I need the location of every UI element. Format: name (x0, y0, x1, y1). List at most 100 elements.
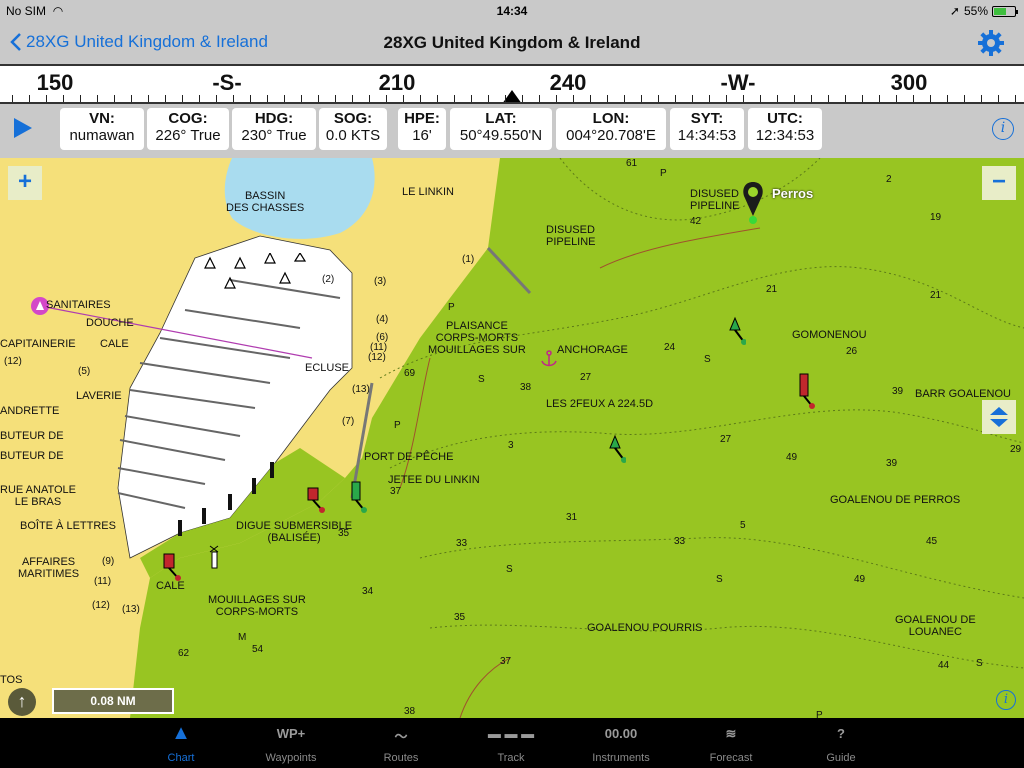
lat-label: LAT: (485, 110, 517, 127)
utc-value: 12:34:53 (755, 127, 815, 144)
compass-tick (63, 95, 64, 102)
red-beacon-icon[interactable] (160, 552, 184, 582)
compass-tick (267, 95, 268, 102)
depth-sounding: 35 (338, 528, 350, 539)
tab-instruments[interactable]: 00.00 Instruments (566, 718, 676, 768)
hdg-label: HDG: (254, 110, 294, 127)
depth-sounding: S (506, 564, 513, 575)
depth-sounding: 5 (740, 520, 746, 531)
label-disused-pipeline: DISUSED PIPELINE (546, 224, 596, 248)
red-beacon-icon[interactable] (304, 486, 328, 516)
status-bar: No SIM ◠ 14:34 ➚ 55% (0, 0, 1024, 22)
nautical-chart[interactable]: BASSIN DES CHASSES LE LINKIN DISUSED PIP… (0, 158, 1024, 718)
depth-sounding: 24 (664, 342, 676, 353)
system-time-box: SYT: 14:34:53 (670, 108, 744, 150)
compass-tick (29, 95, 30, 102)
tab-guide[interactable]: ? Guide (786, 718, 896, 768)
compass-tick (369, 95, 370, 102)
tab-waypoints-label: Waypoints (265, 752, 317, 764)
clock: 14:34 (496, 4, 528, 18)
compass-tick (505, 95, 506, 102)
depth-sounding: 27 (720, 434, 732, 445)
chevron-left-icon (10, 33, 21, 51)
compass-tick (488, 95, 489, 102)
hpe-label: HPE: (404, 110, 440, 127)
depth-sounding: (4) (376, 314, 389, 325)
compass-tick (981, 95, 982, 102)
depth-sounding: (11) (94, 576, 112, 587)
green-buoy-icon[interactable] (724, 316, 746, 346)
green-buoy-icon[interactable] (604, 434, 626, 464)
depth-sounding: 38 (404, 706, 416, 717)
back-button-label: 28XG United Kingdom & Ireland (26, 32, 268, 51)
forecast-icon: ≋ (725, 726, 737, 741)
back-button[interactable]: 28XG United Kingdom & Ireland (10, 32, 268, 52)
compass-tick (301, 95, 302, 102)
depth-sounding: 35 (454, 612, 466, 623)
compass-tick (760, 95, 761, 102)
panel-toggle-button[interactable] (982, 400, 1016, 434)
anchor-icon (541, 350, 557, 367)
compass-tick (828, 95, 829, 102)
tab-waypoints[interactable]: WP+ Waypoints (236, 718, 346, 768)
depth-sounding: 39 (892, 386, 904, 397)
tab-track[interactable]: ▬ ▬ ▬ Track (456, 718, 566, 768)
north-arrow-button[interactable]: ↑ (8, 688, 36, 716)
depth-sounding: 49 (854, 574, 866, 585)
map-info-icon[interactable]: i (996, 690, 1016, 710)
depth-sounding: S (704, 354, 711, 365)
depth-sounding: 45 (926, 536, 938, 547)
compass-heading-strip[interactable]: 150 -S- 210 240 -W- 300 (0, 64, 1024, 104)
latitude-box: LAT: 50°49.550'N (450, 108, 552, 150)
depth-sounding: 21 (766, 284, 778, 295)
compass-tick (131, 95, 132, 102)
compass-tick (896, 95, 897, 102)
label-le-linkin: LE LINKIN (402, 186, 454, 198)
label-cale: CALE (100, 338, 129, 350)
chevron-updown-icon (990, 407, 1008, 427)
play-icon[interactable] (14, 118, 32, 138)
label-bassin-des-chasses: BASSIN DES CHASSES (226, 190, 305, 214)
tab-chart[interactable]: ▲ Chart (126, 718, 236, 768)
red-beacon-icon[interactable] (796, 372, 818, 412)
compass-tick (879, 95, 880, 102)
depth-sounding: 33 (456, 538, 468, 549)
label-cale: CALE (156, 580, 185, 592)
depth-sounding: 26 (846, 346, 858, 357)
syt-value: 14:34:53 (677, 127, 737, 144)
waypoint-plus-icon: WP+ (276, 726, 306, 741)
tab-routes[interactable]: 〜 Routes (346, 718, 456, 768)
label-douche: DOUCHE (86, 317, 134, 329)
tab-chart-label: Chart (167, 752, 195, 764)
depth-sounding: P (394, 420, 401, 431)
compass-tick (165, 95, 166, 102)
zoom-in-button[interactable]: + (8, 166, 42, 200)
lon-value: 004°20.708'E (566, 127, 656, 144)
sog-label: SOG: (333, 110, 373, 127)
zoom-out-button[interactable]: − (982, 166, 1016, 200)
compass-tick (811, 95, 812, 102)
utc-label: UTC: (767, 110, 803, 127)
label-mouillages-sur-corps-morts: MOUILLAGES SUR CORPS-MORTS (208, 594, 306, 618)
battery-icon (992, 5, 1018, 17)
compass-tick (437, 95, 438, 102)
green-beacon-icon[interactable] (346, 480, 368, 514)
label-tos: TOS (0, 674, 23, 686)
compass-tick (80, 95, 81, 102)
gear-icon[interactable] (976, 28, 1006, 58)
info-icon[interactable]: i (992, 118, 1014, 140)
depth-sounding: (9) (102, 556, 115, 567)
compass-tick (12, 95, 13, 102)
compass-tick (199, 95, 200, 102)
location-pin-icon[interactable] (740, 180, 766, 224)
tab-instruments-label: Instruments (592, 752, 650, 764)
label-digue-submersible: DIGUE SUBMERSIBLE (BALISÉE) (236, 520, 353, 544)
cog-label: COG: (168, 110, 208, 127)
depth-sounding: 61 (626, 158, 638, 169)
compass-tick (794, 95, 795, 102)
depth-sounding: (12) (4, 356, 22, 367)
compass-tick (539, 95, 540, 102)
tab-forecast[interactable]: ≋ Forecast (676, 718, 786, 768)
depth-sounding: S (976, 658, 983, 669)
label-buteur-de: BUTEUR DE (0, 450, 64, 462)
